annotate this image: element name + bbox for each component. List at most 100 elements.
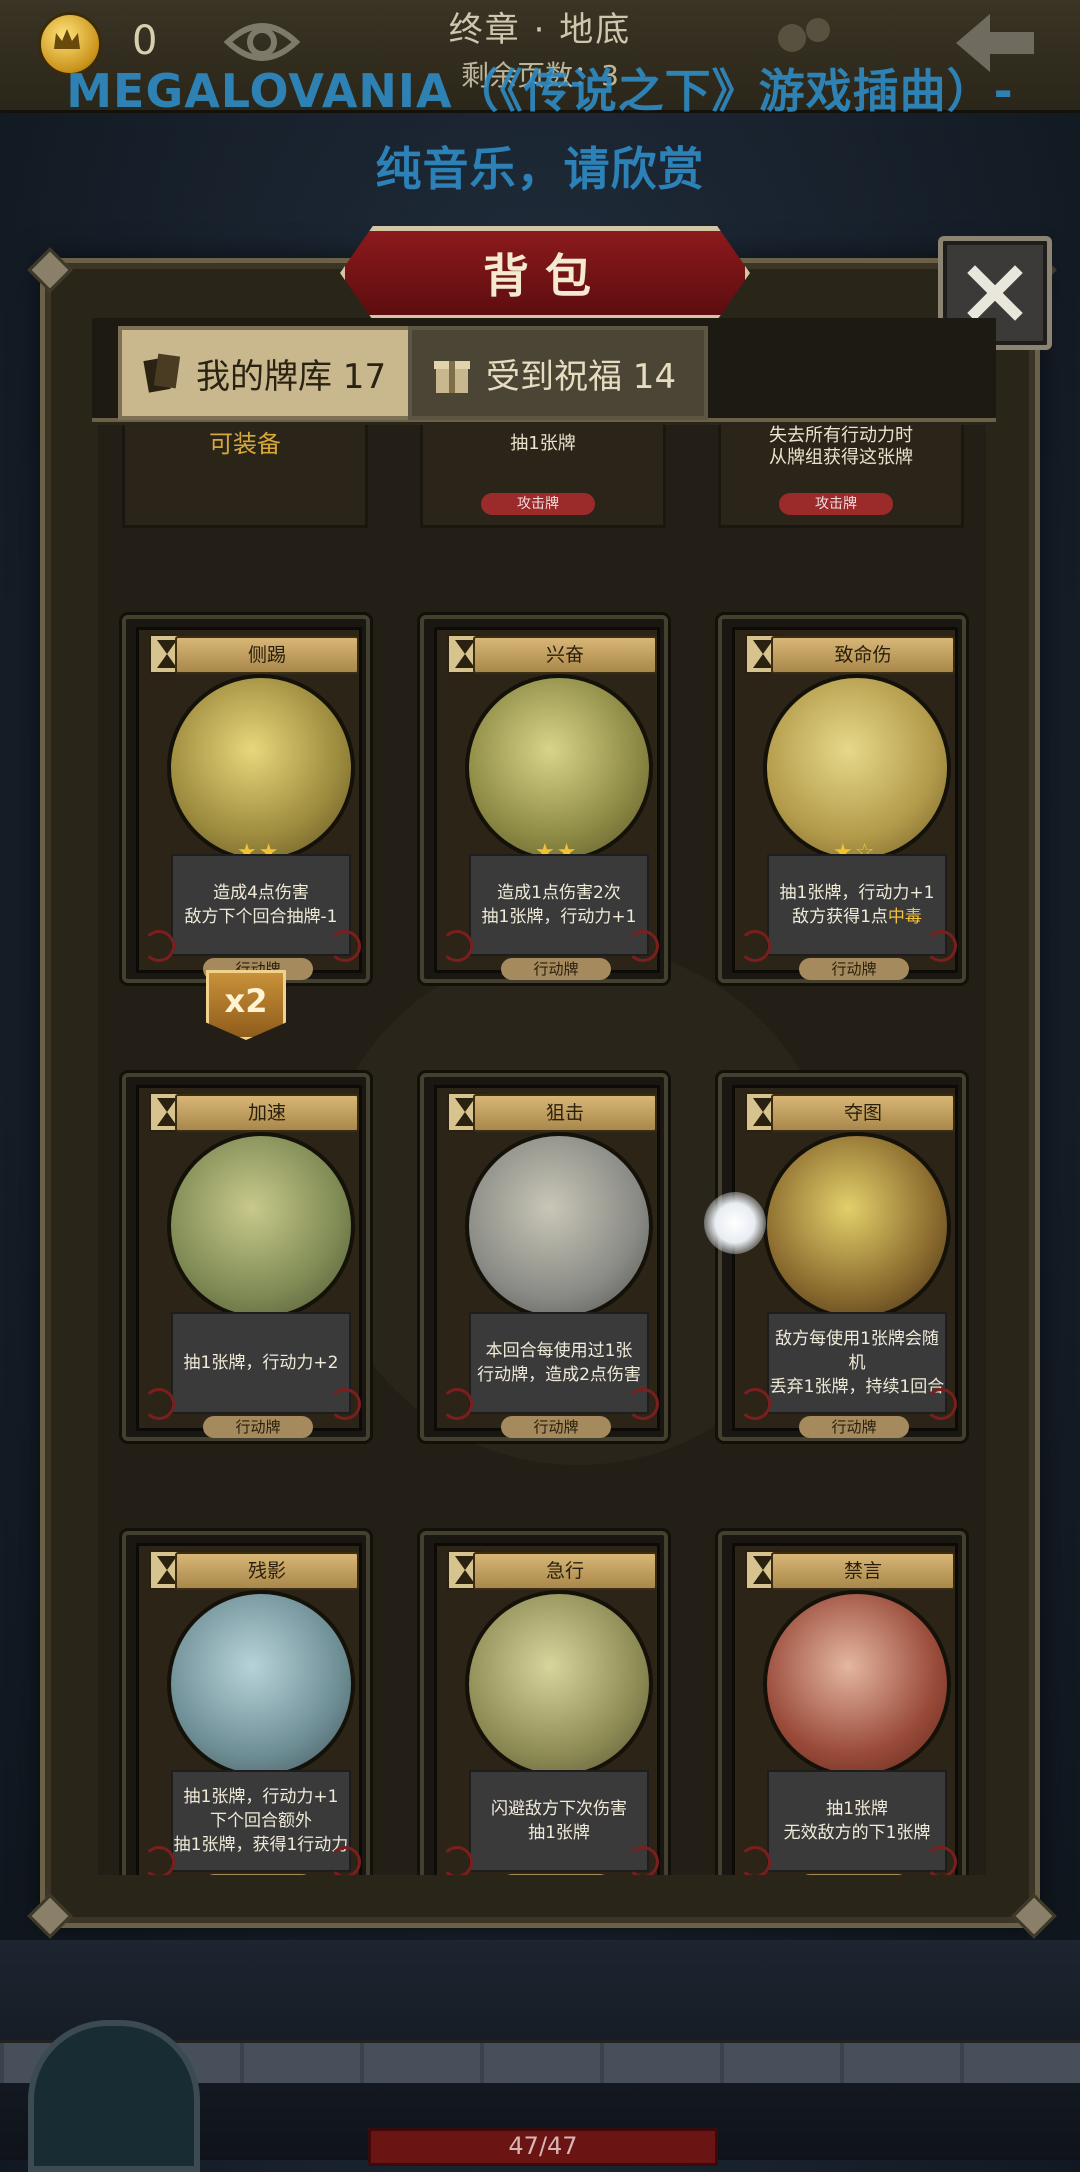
partial-card-text: 从牌组获得这张牌	[769, 447, 913, 468]
card-art	[763, 674, 951, 862]
card-description-text: 敌方获得1点	[792, 907, 888, 927]
card-name: 侧踢	[175, 636, 359, 674]
card-description-line: 抽1张牌，行动力+2	[184, 1351, 339, 1375]
card-art	[465, 674, 653, 862]
card-swirl-ornament	[143, 1846, 175, 1875]
card-swirl-ornament	[627, 1846, 659, 1875]
card-name: 急行	[473, 1552, 657, 1590]
partial-card[interactable]: 失去所有行动力时 从牌组获得这张牌 攻击牌	[718, 425, 964, 528]
card-swirl-ornament	[143, 930, 175, 962]
card-type-pill: 行动牌	[799, 958, 909, 980]
card-frame: 禁言抽1张牌无效敌方的下1张牌行动牌	[732, 1543, 958, 1875]
card-description-line: 造成4点伤害	[213, 881, 309, 905]
card-description-text: 无效敌方的下1张牌	[783, 1823, 931, 1843]
portal-door[interactable]	[28, 2020, 200, 2172]
card-description-text: 抽1张牌	[528, 1823, 590, 1843]
card-description-line: 抽1张牌，行动力+1	[184, 1785, 339, 1809]
card-swirl-ornament	[329, 1388, 361, 1420]
panel-title: 背包	[340, 226, 750, 320]
card-name: 禁言	[771, 1552, 955, 1590]
card-frame: 兴奋 ★★ 造成1点伤害2次 抽1张牌，行动力+1 行动牌	[434, 627, 660, 980]
card[interactable]: 禁言抽1张牌无效敌方的下1张牌行动牌	[718, 1531, 966, 1875]
card-description: 抽1张牌无效敌方的下1张牌	[767, 1770, 947, 1872]
card-swirl-ornament	[739, 1388, 771, 1420]
card-type-pill: 行动牌	[799, 1874, 909, 1875]
critters-icon	[778, 18, 830, 52]
card-art	[465, 1590, 653, 1778]
card-grid[interactable]: 可装备 抽1张牌 攻击牌 失去所有行动力时 从牌组获得这张牌 攻击牌 侧踢 ★★ 造…	[98, 425, 986, 1875]
card-description-text: 闪避敌方下次伤害	[491, 1799, 627, 1819]
card-description: 抽1张牌，行动力+1 下个回合额外 抽1张牌，获得1行动力	[171, 1770, 351, 1872]
card-description-text: 造成4点伤害	[213, 883, 309, 903]
card-description: 闪避敌方下次伤害 抽1张牌	[469, 1770, 649, 1872]
card-name: 狙击	[473, 1094, 657, 1132]
card-description-line: 本回合每使用过1张	[486, 1339, 633, 1363]
card-description-highlight: 中毒	[887, 907, 922, 927]
card[interactable]: 残影抽1张牌，行动力+1 下个回合额外抽1张牌，获得1行动力行动牌	[122, 1531, 370, 1875]
tab-blessings[interactable]: 受到祝福 14	[408, 326, 708, 420]
tab-blessings-label: 受到祝福 14	[486, 356, 677, 397]
card-swirl-ornament	[441, 930, 473, 962]
hp-bar: 47/47	[368, 2128, 718, 2166]
card-frame: 侧踢 ★★ 造成4点伤害 敌方下个回合抽牌-1 行动牌	[136, 627, 362, 980]
card[interactable]: 侧踢 ★★ 造成4点伤害 敌方下个回合抽牌-1 行动牌	[122, 615, 370, 983]
music-overlay-title: MEGALOVANIA（《传说之下》游戏插曲）- 纯音乐，请欣赏	[0, 52, 1080, 208]
card-frame: 夺图 敌方每使用1张牌会随机 丢弃1张牌，持续1回合 行动牌	[732, 1085, 958, 1438]
card[interactable]: 致命伤 ★☆ 抽1张牌，行动力+1 敌方获得1点中毒 行动牌	[718, 615, 966, 983]
card-type-pill: 攻击牌	[481, 493, 595, 515]
partial-card[interactable]: 抽1张牌 攻击牌	[420, 425, 666, 528]
partial-card[interactable]: 可装备	[122, 425, 368, 528]
card-swirl-ornament	[627, 930, 659, 962]
card-description-text: 行动牌，造成2点伤害	[477, 1365, 641, 1385]
card[interactable]: 急行闪避敌方下次伤害抽1张牌行动牌	[420, 1531, 668, 1875]
card-swirl-ornament	[329, 930, 361, 962]
deck-icon	[143, 353, 181, 393]
card-description-text: 抽1张牌	[826, 1799, 888, 1819]
card-name: 夺图	[771, 1094, 955, 1132]
card-description-text: 抽1张牌，获得1行动力	[173, 1835, 349, 1855]
card-description-text: 敌方下个回合抽牌-1	[184, 907, 338, 927]
card-description-line: 无效敌方的下1张牌	[784, 1821, 931, 1845]
card-swirl-ornament	[329, 1846, 361, 1875]
card-description: 本回合每使用过1张 行动牌，造成2点伤害	[469, 1312, 649, 1414]
card-type-pill: 攻击牌	[779, 493, 893, 515]
card-swirl-ornament	[925, 930, 957, 962]
card-description-line: 敌方每使用1张牌会随机	[769, 1327, 945, 1375]
card-art	[167, 1132, 355, 1320]
card-description-line: 行动牌，造成2点伤害	[477, 1363, 641, 1387]
card-description-text: 本回合每使用过1张	[485, 1341, 633, 1361]
card-description-text: 抽1张牌，行动力+1	[779, 883, 935, 903]
card-type-pill: 行动牌	[501, 1874, 611, 1875]
card-description-line: 抽1张牌，行动力+1	[780, 881, 935, 905]
card-frame: 加速抽1张牌，行动力+2 行动牌	[136, 1085, 362, 1438]
card-description-line: 抽1张牌	[826, 1797, 888, 1821]
card[interactable]: 夺图 敌方每使用1张牌会随机 丢弃1张牌，持续1回合 行动牌	[718, 1073, 966, 1441]
card-name: 兴奋	[473, 636, 657, 674]
card-description-text: 抽1张牌，行动力+1	[481, 907, 637, 927]
card[interactable]: 加速抽1张牌，行动力+2 行动牌	[122, 1073, 370, 1441]
card-description-line: 造成1点伤害2次	[497, 881, 621, 905]
card-art	[167, 674, 355, 862]
card-type-pill: 行动牌	[203, 1416, 313, 1438]
card-swirl-ornament	[441, 1846, 473, 1875]
card-description-line: 敌方下个回合抽牌-1	[185, 905, 338, 929]
card-swirl-ornament	[925, 1388, 957, 1420]
card-description-line: 抽1张牌，行动力+1	[482, 905, 637, 929]
card-description-text: 抽1张牌，行动力+1	[183, 1787, 339, 1807]
card-description: 抽1张牌，行动力+1 敌方获得1点中毒	[767, 854, 947, 956]
tab-my-deck[interactable]: 我的牌库 17	[118, 326, 418, 420]
panel-title-banner: 背包	[340, 226, 750, 320]
card-description-line: 抽1张牌，获得1行动力	[174, 1833, 349, 1857]
card[interactable]: 狙击 本回合每使用过1张 行动牌，造成2点伤害 行动牌	[420, 1073, 668, 1441]
card-description-text: 丢弃1张牌，持续1回合	[769, 1377, 945, 1397]
card-type-pill: 行动牌	[501, 958, 611, 980]
card-swirl-ornament	[739, 1846, 771, 1875]
gift-icon	[434, 361, 470, 393]
card-name: 加速	[175, 1094, 359, 1132]
card-description-text: 抽1张牌，行动力+2	[183, 1353, 339, 1373]
card-description-text: 敌方每使用1张牌会随机	[775, 1329, 939, 1373]
music-overlay-line2: 纯音乐，请欣赏	[375, 142, 705, 196]
card-frame: 狙击 本回合每使用过1张 行动牌，造成2点伤害 行动牌	[434, 1085, 660, 1438]
card-description-line: 敌方获得1点中毒	[792, 905, 922, 929]
card[interactable]: 兴奋 ★★ 造成1点伤害2次 抽1张牌，行动力+1 行动牌	[420, 615, 668, 983]
